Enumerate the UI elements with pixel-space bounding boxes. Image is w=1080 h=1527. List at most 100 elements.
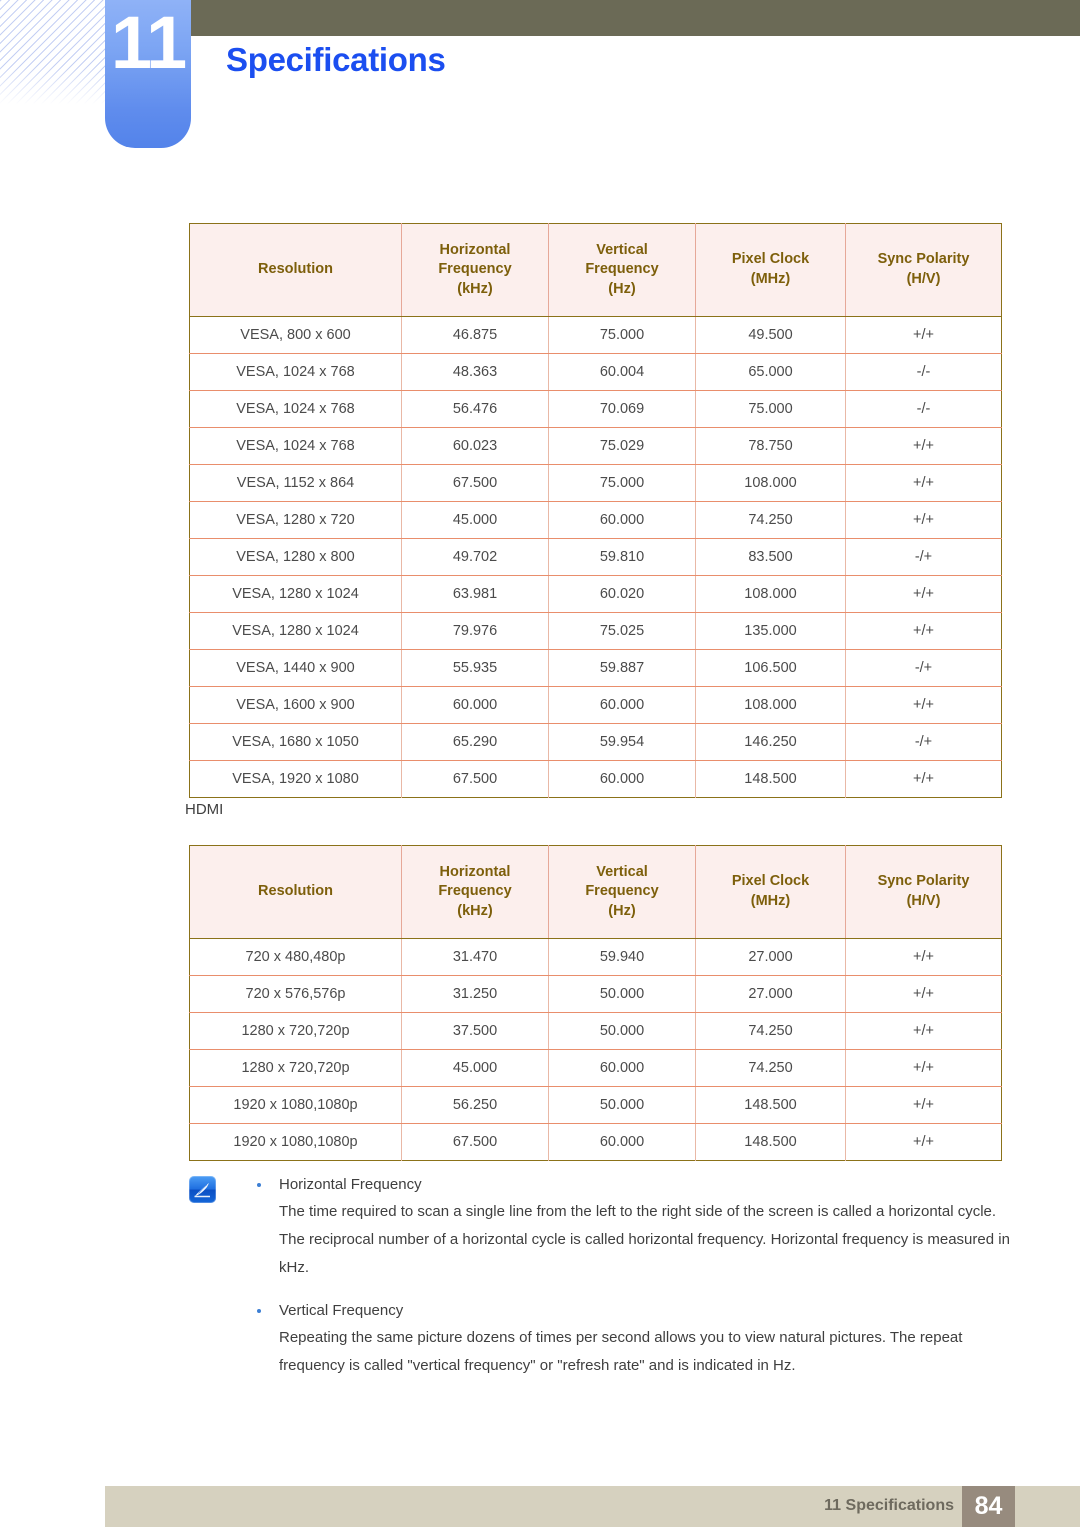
column-header: Horizontal Frequency (kHz) (401, 223, 549, 317)
table-cell: 60.000 (401, 686, 549, 724)
table-row: VESA, 1680 x 1050 65.290 59.954 146.250 -/+ (189, 723, 1002, 761)
note-item: Horizontal Frequency The time required to… (189, 1172, 1019, 1282)
table-cell: 60.000 (548, 760, 696, 798)
table-cell: +/+ (845, 686, 1002, 724)
column-header-line: Resolution (258, 883, 333, 900)
note-block: Horizontal Frequency The time required to… (189, 1172, 1019, 1380)
table-row: VESA, 1600 x 900 60.000 60.000 108.000 +/+ (189, 686, 1002, 724)
column-header: Vertical Frequency (Hz) (548, 845, 696, 939)
chapter-number-badge: 11 (105, 0, 191, 148)
table-cell: 75.000 (548, 464, 696, 502)
table-cell: 79.976 (401, 612, 549, 650)
table-row: 720 x 576,576p 31.250 50.000 27.000 +/+ (189, 975, 1002, 1013)
column-header-line: Frequency (438, 261, 512, 278)
note-term: Vertical Frequency (279, 1302, 404, 1319)
table-row: 1920 x 1080,1080p 67.500 60.000 148.500 +/+ (189, 1123, 1002, 1161)
table-header-row: Resolution Horizontal Frequency (kHz) Vertic… (189, 223, 1002, 317)
column-header: Vertical Frequency (Hz) (548, 223, 696, 317)
column-header-line: Sync Polarity (877, 251, 970, 268)
hdmi-table-head: Resolution Horizontal Frequency (kHz) Vertic… (189, 845, 1002, 939)
table-cell: 50.000 (548, 1012, 696, 1050)
table-cell: 60.000 (548, 1049, 696, 1087)
cell-resolution: VESA, 1024 x 768 (189, 427, 402, 465)
table-cell: 59.954 (548, 723, 696, 761)
table-cell: +/+ (845, 1049, 1002, 1087)
column-header-line: Horizontal (439, 241, 511, 258)
table-cell: +/+ (845, 316, 1002, 354)
table-cell: 146.250 (695, 723, 846, 761)
table-cell: -/- (845, 353, 1002, 391)
column-header: Resolution (189, 845, 402, 939)
table-cell: 74.250 (695, 1049, 846, 1087)
table-cell: 49.500 (695, 316, 846, 354)
table-cell: 63.981 (401, 575, 549, 613)
table-cell: 60.000 (548, 1123, 696, 1161)
table-cell: 65.290 (401, 723, 549, 761)
cell-resolution: VESA, 1024 x 768 (189, 353, 402, 391)
table-cell: +/+ (845, 501, 1002, 539)
table-cell: +/+ (845, 1123, 1002, 1161)
cell-resolution: VESA, 1024 x 768 (189, 390, 402, 428)
table-cell: 59.887 (548, 649, 696, 687)
hdmi-timing-table-wrapper: Resolution Horizontal Frequency (kHz) Vertic… (189, 845, 1002, 1161)
column-header: Sync Polarity (H/V) (845, 223, 1002, 317)
table-row: VESA, 1280 x 1024 79.976 75.025 135.000 +/+ (189, 612, 1002, 650)
table-row: VESA, 800 x 600 46.875 75.000 49.500 +/+ (189, 316, 1002, 354)
note-term: Horizontal Frequency (279, 1176, 422, 1193)
table-cell: 108.000 (695, 575, 846, 613)
column-header-line: (kHz) (457, 280, 493, 297)
hdmi-table-body: 720 x 480,480p 31.470 59.940 27.000 +/+ 720 x… (189, 938, 1002, 1161)
table-cell: -/- (845, 390, 1002, 428)
column-header: Resolution (189, 223, 402, 317)
vesa-table-head: Resolution Horizontal Frequency (kHz) Vertic… (189, 223, 1002, 317)
table-row: 1280 x 720,720p 37.500 50.000 74.250 +/+ (189, 1012, 1002, 1050)
table-cell: 60.000 (548, 686, 696, 724)
table-cell: +/+ (845, 1086, 1002, 1124)
decorative-hatch-pattern (0, 0, 106, 108)
cell-resolution: VESA, 800 x 600 (189, 316, 402, 354)
vesa-timing-table: Resolution Horizontal Frequency (kHz) Vertic… (189, 223, 1002, 798)
table-cell: +/+ (845, 612, 1002, 650)
note-list: Horizontal Frequency The time required to… (189, 1172, 1019, 1380)
column-header-line: Pixel Clock (731, 873, 810, 890)
table-cell: +/+ (845, 427, 1002, 465)
table-cell: 75.025 (548, 612, 696, 650)
table-cell: 148.500 (695, 1086, 846, 1124)
table-cell: -/+ (845, 538, 1002, 576)
table-cell: 74.250 (695, 501, 846, 539)
vesa-timing-table-wrapper: Resolution Horizontal Frequency (kHz) Vertic… (189, 223, 1002, 798)
table-cell: 27.000 (695, 938, 846, 976)
table-cell: 50.000 (548, 1086, 696, 1124)
column-header-line: Vertical (596, 863, 648, 880)
column-header-line: (H/V) (906, 893, 941, 909)
bullet-icon (257, 1183, 261, 1187)
table-cell: 59.810 (548, 538, 696, 576)
table-cell: 56.476 (401, 390, 549, 428)
note-body: Repeating the same picture dozens of tim… (279, 1329, 963, 1374)
cell-resolution: 1920 x 1080,1080p (189, 1086, 402, 1124)
table-row: VESA, 1920 x 1080 67.500 60.000 148.500 +/+ (189, 760, 1002, 798)
page-footer: 11 Specifications 84 (105, 1486, 1080, 1527)
table-cell: 31.470 (401, 938, 549, 976)
cell-resolution: VESA, 1600 x 900 (189, 686, 402, 724)
table-row: VESA, 1024 x 768 48.363 60.004 65.000 -/- (189, 353, 1002, 391)
table-row: 1920 x 1080,1080p 56.250 50.000 148.500 +/+ (189, 1086, 1002, 1124)
table-cell: 45.000 (401, 1049, 549, 1087)
table-cell: 108.000 (695, 464, 846, 502)
table-row: 1280 x 720,720p 45.000 60.000 74.250 +/+ (189, 1049, 1002, 1087)
note-body: The time required to scan a single line … (279, 1203, 1010, 1276)
note-term-row: Vertical Frequency (189, 1298, 1019, 1324)
column-header-line: Frequency (585, 883, 659, 900)
table-cell: -/+ (845, 723, 1002, 761)
column-header-line: Frequency (438, 883, 512, 900)
cell-resolution: 1280 x 720,720p (189, 1012, 402, 1050)
table-cell: 49.702 (401, 538, 549, 576)
cell-resolution: VESA, 1280 x 720 (189, 501, 402, 539)
column-header: Pixel Clock (MHz) (695, 845, 846, 939)
note-item: Vertical Frequency Repeating the same pic… (189, 1298, 1019, 1380)
cell-resolution: VESA, 1920 x 1080 (189, 760, 402, 798)
cell-resolution: VESA, 1680 x 1050 (189, 723, 402, 761)
table-cell: 83.500 (695, 538, 846, 576)
cell-resolution: 1920 x 1080,1080p (189, 1123, 402, 1161)
table-cell: 50.000 (548, 975, 696, 1013)
